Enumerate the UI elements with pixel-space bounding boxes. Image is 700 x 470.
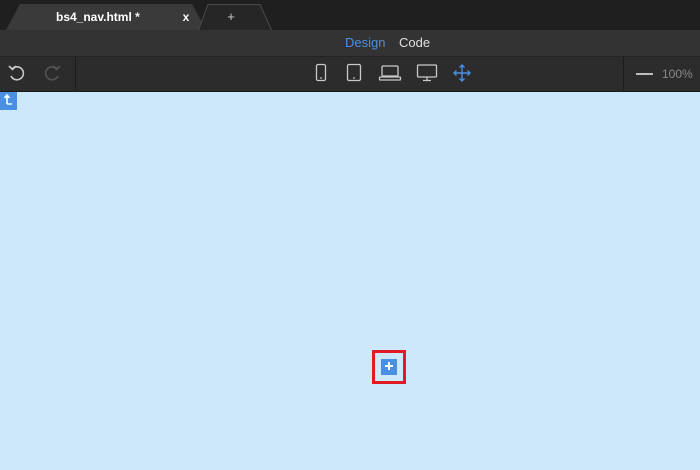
plus-icon bbox=[384, 358, 394, 376]
insert-highlight-box bbox=[372, 350, 406, 384]
tab-bs4-nav[interactable]: bs4_nav.html * x bbox=[6, 4, 206, 30]
toolbar: 100% bbox=[0, 57, 700, 92]
new-tab-icon: + bbox=[227, 9, 235, 24]
select-parent-icon bbox=[3, 92, 14, 110]
design-canvas[interactable] bbox=[0, 92, 700, 470]
desktop-icon bbox=[415, 63, 439, 88]
tab-title: bs4_nav.html * bbox=[56, 10, 140, 24]
code-mode-tab[interactable]: Code bbox=[399, 30, 430, 57]
tablet-icon bbox=[346, 63, 362, 88]
move-icon bbox=[452, 63, 472, 88]
laptop-view-button[interactable] bbox=[378, 63, 402, 87]
tab-close-button[interactable]: x bbox=[179, 4, 193, 30]
laptop-icon bbox=[378, 63, 402, 88]
tab-bar: bs4_nav.html * x + bbox=[0, 0, 700, 30]
responsive-view-button[interactable] bbox=[450, 63, 474, 87]
redo-icon bbox=[42, 63, 62, 88]
design-mode-tab[interactable]: Design bbox=[345, 30, 385, 57]
undo-button[interactable] bbox=[5, 63, 29, 87]
new-tab-button[interactable]: + bbox=[198, 4, 272, 30]
mode-bar: Design Code bbox=[0, 30, 700, 57]
insert-element-button[interactable] bbox=[381, 359, 397, 375]
desktop-view-button[interactable] bbox=[415, 63, 439, 87]
phone-view-button[interactable] bbox=[309, 63, 333, 87]
zoom-out-button[interactable] bbox=[636, 73, 653, 75]
phone-icon bbox=[314, 63, 328, 88]
redo-button[interactable] bbox=[40, 63, 64, 87]
tablet-view-button[interactable] bbox=[342, 63, 366, 87]
zoom-level[interactable]: 100% bbox=[662, 57, 693, 92]
toolbar-divider bbox=[75, 57, 76, 92]
undo-icon bbox=[7, 63, 27, 88]
select-parent-button[interactable] bbox=[0, 92, 17, 110]
toolbar-divider bbox=[623, 57, 624, 92]
